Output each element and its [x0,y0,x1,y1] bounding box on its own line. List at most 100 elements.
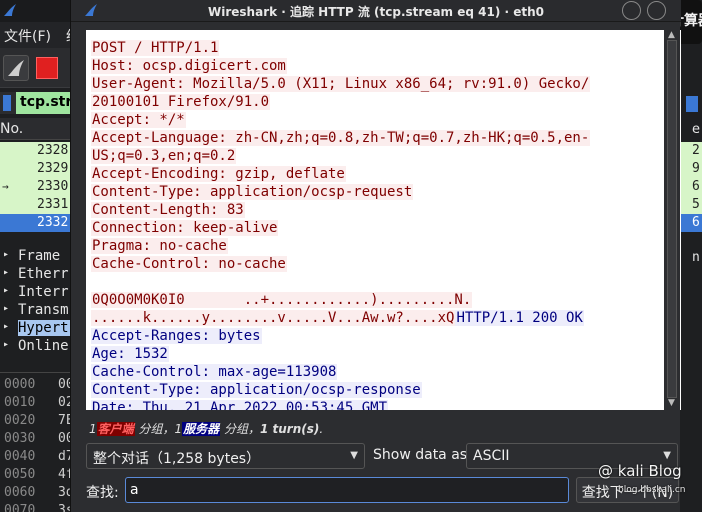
byte-row: 0070 3s [4,503,74,512]
stream-content-view[interactable]: POST / HTTP/1.1 Host: ocsp.digicert.com Us… [86,30,681,410]
stream-line: Connection: keep-alive [91,219,590,237]
detail-row-transmission[interactable]: ▸ Transm [0,302,80,320]
server-data: HTTP/1.1 200 OK [455,310,584,326]
byte-row: 0030 00 [4,431,74,446]
client-packet-count: 1 [89,422,97,436]
server-data: Cache-Control: max-age=113908 [91,364,338,380]
stream-summary: 1客户端 分组，1服务器 分组，1 turn(s). [89,420,323,437]
find-label: 查找: [86,485,119,501]
detail-row-internet[interactable]: ▸ Interr [0,284,80,302]
show-data-as-value: ASCII [473,448,510,464]
detail-fragment: n [692,250,700,265]
detail-row-http[interactable]: ▸ Hypert [0,320,80,338]
screen: 文件(F) 绢 tcp.stre No. 2328 2329 2330→ 233… [0,0,702,512]
stream-lines: POST / HTTP/1.1 Host: ocsp.digicert.com Us… [91,39,591,410]
stream-line: ......k......y........v.....V...Aw.w?...… [91,309,590,327]
packet-row[interactable]: 2 [680,142,702,160]
stream-line: Accept-Language: zh-CN,zh;q=0.8,zh-TW;q=… [91,129,591,147]
stream-line: Accept-Encoding: gzip, deflate [91,165,590,183]
packet-bytes-pane[interactable]: 0000 00 0010 02 0020 7E 0030 00 0040 d7 0050 4… [0,372,80,512]
stream-line: Cache-Control: no-cache [91,255,590,273]
stop-capture-button[interactable] [36,57,58,79]
chevron-down-icon: ▼ [663,450,671,461]
find-input[interactable] [130,481,560,499]
column-no-header[interactable]: No. [0,121,23,137]
client-data: Host: ocsp.digicert.com [91,58,287,74]
client-data: Connection: keep-alive [91,220,279,236]
byte-row: 0000 00 [4,377,74,392]
packet-row-selected[interactable]: 2332 [0,214,80,232]
detail-label: Transm [18,302,69,318]
stream-line: Accept: */* [91,111,590,129]
byte-row: 0060 3d [4,485,74,500]
watermark-url: blog.bbskali.cn [618,485,686,495]
packet-number: 2330 [37,179,69,194]
client-data: Accept-Language: zh-CN,zh;q=0.8,zh-TW;q=… [91,130,591,146]
byte-row: 0010 02 [4,395,74,410]
stream-line: Date: Thu, 21 Apr 2022 00:53:45 GMT [91,399,590,410]
conversation-select-value: 整个对话（1,258 bytes） [93,451,261,467]
find-field[interactable] [125,477,569,503]
scroll-down-icon[interactable]: ▼ [668,398,675,408]
filter-apply-icon[interactable] [686,96,698,112]
stream-scrollbar[interactable]: ▲ ▼ [664,30,680,410]
expand-arrow-icon[interactable]: ▸ [3,303,9,314]
packet-row[interactable]: 5 [680,196,702,214]
packet-row-selected[interactable]: 6 [680,214,702,232]
packet-row[interactable]: 2331 [0,196,80,214]
stream-line: Age: 1532 [91,345,590,363]
client-data: User-Agent: Mozilla/5.0 (X11; Linux x86_… [91,76,591,92]
packet-row[interactable]: 2329 [0,160,80,178]
menu-file[interactable]: 文件(F) [4,26,51,46]
packet-number: 2332 [37,215,69,230]
packet-row[interactable]: 6 [680,178,702,196]
follow-http-stream-dialog: Wireshark · 追踪 HTTP 流 (tcp.stream eq 41)… [70,0,681,512]
conversation-select[interactable]: 整个对话（1,258 bytes） ▼ [86,443,365,469]
summary-text: . [319,422,324,436]
stream-line: Pragma: no-cache [91,237,590,255]
server-data: Content-Type: application/ocsp-response [91,382,422,398]
stream-line [91,273,590,291]
client-data: ......k......y........v.....V...Aw.w?...… [91,310,456,326]
expand-arrow-icon[interactable]: ▸ [3,339,9,350]
summary-text: 分组， [220,422,260,436]
packet-list-header: No. [0,118,80,140]
maximize-button[interactable] [647,1,666,20]
packet-row[interactable]: 2328 [0,142,80,160]
chevron-down-icon: ▼ [350,450,358,461]
packet-number: 2331 [37,197,69,212]
detail-row-ethernet[interactable]: ▸ Etherr [0,266,80,284]
wireshark-fin-icon [4,4,16,16]
server-data: Accept-Ranges: bytes [91,328,262,344]
byte-row: 0040 d7 [4,449,74,464]
client-data: Accept: */* [91,112,186,128]
packet-number: 2328 [37,143,69,158]
dialog-title: Wireshark · 追踪 HTTP 流 (tcp.stream eq 41)… [208,5,544,19]
stream-line: Host: ocsp.digicert.com [91,57,590,75]
packet-row[interactable]: 9 [680,160,702,178]
expand-arrow-icon[interactable]: ▸ [3,249,9,260]
detail-row-frame[interactable]: ▸ Frame [0,248,80,266]
show-data-as-label: Show data as [373,447,468,463]
minimize-button[interactable] [622,1,641,20]
stream-line: User-Agent: Mozilla/5.0 (X11; Linux x86_… [91,75,591,93]
client-data: 20100101 Firefox/91.0 [91,94,271,110]
summary-text: 分组， [134,422,175,436]
related-arrow-icon: → [2,180,9,193]
byte-row: 0050 4f [4,467,74,482]
detail-row-online[interactable]: ▸ Online [0,338,80,356]
client-data: Cache-Control: no-cache [91,256,287,272]
packet-details-pane: ▸ Frame ▸ Etherr ▸ Interr ▸ Transm ▸ Hypert ▸… [0,244,80,372]
dialog-titlebar[interactable]: Wireshark · 追踪 HTTP 流 (tcp.stream eq 41)… [71,0,681,22]
expand-arrow-icon[interactable]: ▸ [3,267,9,278]
start-capture-button[interactable] [3,55,29,81]
scrollbar-thumb[interactable] [667,40,677,398]
scroll-up-icon[interactable]: ▲ [668,30,675,40]
expand-arrow-icon[interactable]: ▸ [3,321,9,332]
column-fragment: e [692,122,700,137]
stream-line: Content-Type: application/ocsp-request [91,183,590,201]
expand-arrow-icon[interactable]: ▸ [3,285,9,296]
detail-label: Frame [18,248,61,264]
packet-row[interactable]: 2330 → [0,178,80,196]
bookmark-icon[interactable] [3,95,11,111]
